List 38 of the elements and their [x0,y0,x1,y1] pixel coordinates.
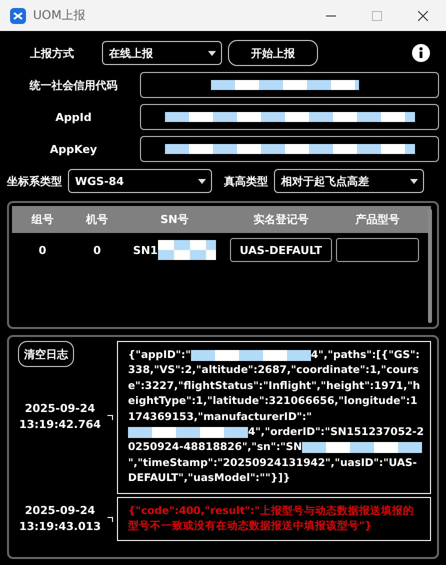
info-icon[interactable] [412,44,430,62]
start-report-button[interactable]: 开始上报 [228,40,318,66]
table-cell: SN1 [133,244,158,256]
credential-label: AppId [54,110,93,124]
registration-field[interactable]: UAS-DEFAULT [230,238,332,262]
caret-icon [208,51,216,56]
log-timestamp: 2025-09-24 13:19:42.764 [18,401,102,434]
model-field[interactable] [336,238,419,262]
column-header: SN号 [159,212,190,227]
return-icon [107,516,113,522]
input-field[interactable] [140,136,439,162]
table-cell-text: 0 [38,244,48,256]
caret-icon [198,179,206,184]
column-header: 产品型号 [354,212,400,227]
table-cell-text: 0 [92,244,102,256]
credential-label: AppKey [48,142,98,156]
input-field[interactable] [140,104,439,130]
height-type-label: 真高类型 [224,174,268,188]
height-type-dropdown[interactable]: 相对于起飞点高差 [274,169,424,193]
caret-icon [410,179,418,184]
log-message: {"appID":" 4","paths":[{"GS":338,"VS":2,"altitude":2687,"coordinate":1,"course":3227,"flightStatus":"Inflight","height":1971,"heightType":1,"latitude":321066656,"longitude":1174369153,"manufacturerID":" 4","orderID":"SN151237052-20250924-48818826","sn":"SN ","timeStamp":"20250924131942","uasID":"UAS-DEFAULT","uasModel":""}]} [117,341,431,494]
close-icon[interactable] [418,10,428,20]
app-icon [10,8,26,24]
clear-log-button[interactable]: 清空日志 [18,341,74,367]
window-title: UOM上报 [33,7,86,24]
scrollbar[interactable] [428,209,432,323]
credential-label: 统一社会信用代码 [28,78,118,92]
return-icon [107,414,113,420]
column-header: 组号 [30,212,54,227]
coordinate-label: 坐标系类型 [7,174,62,188]
column-header: 机号 [84,212,110,227]
log-timestamp: 2025-09-24 13:19:43.013 [18,503,102,536]
report-mode-label: 上报方式 [29,46,75,60]
coordinate-dropdown[interactable]: WGS-84 [68,169,212,193]
column-header: 实名登记号 [252,212,310,227]
input-field[interactable] [140,72,439,98]
report-mode-dropdown[interactable]: 在线上报 [102,41,222,65]
log-message: {"code":400,"result":"上报型号与动态数据报送填报的型号不一致或没有在动态数据报送中填报该型号"} [117,496,431,542]
